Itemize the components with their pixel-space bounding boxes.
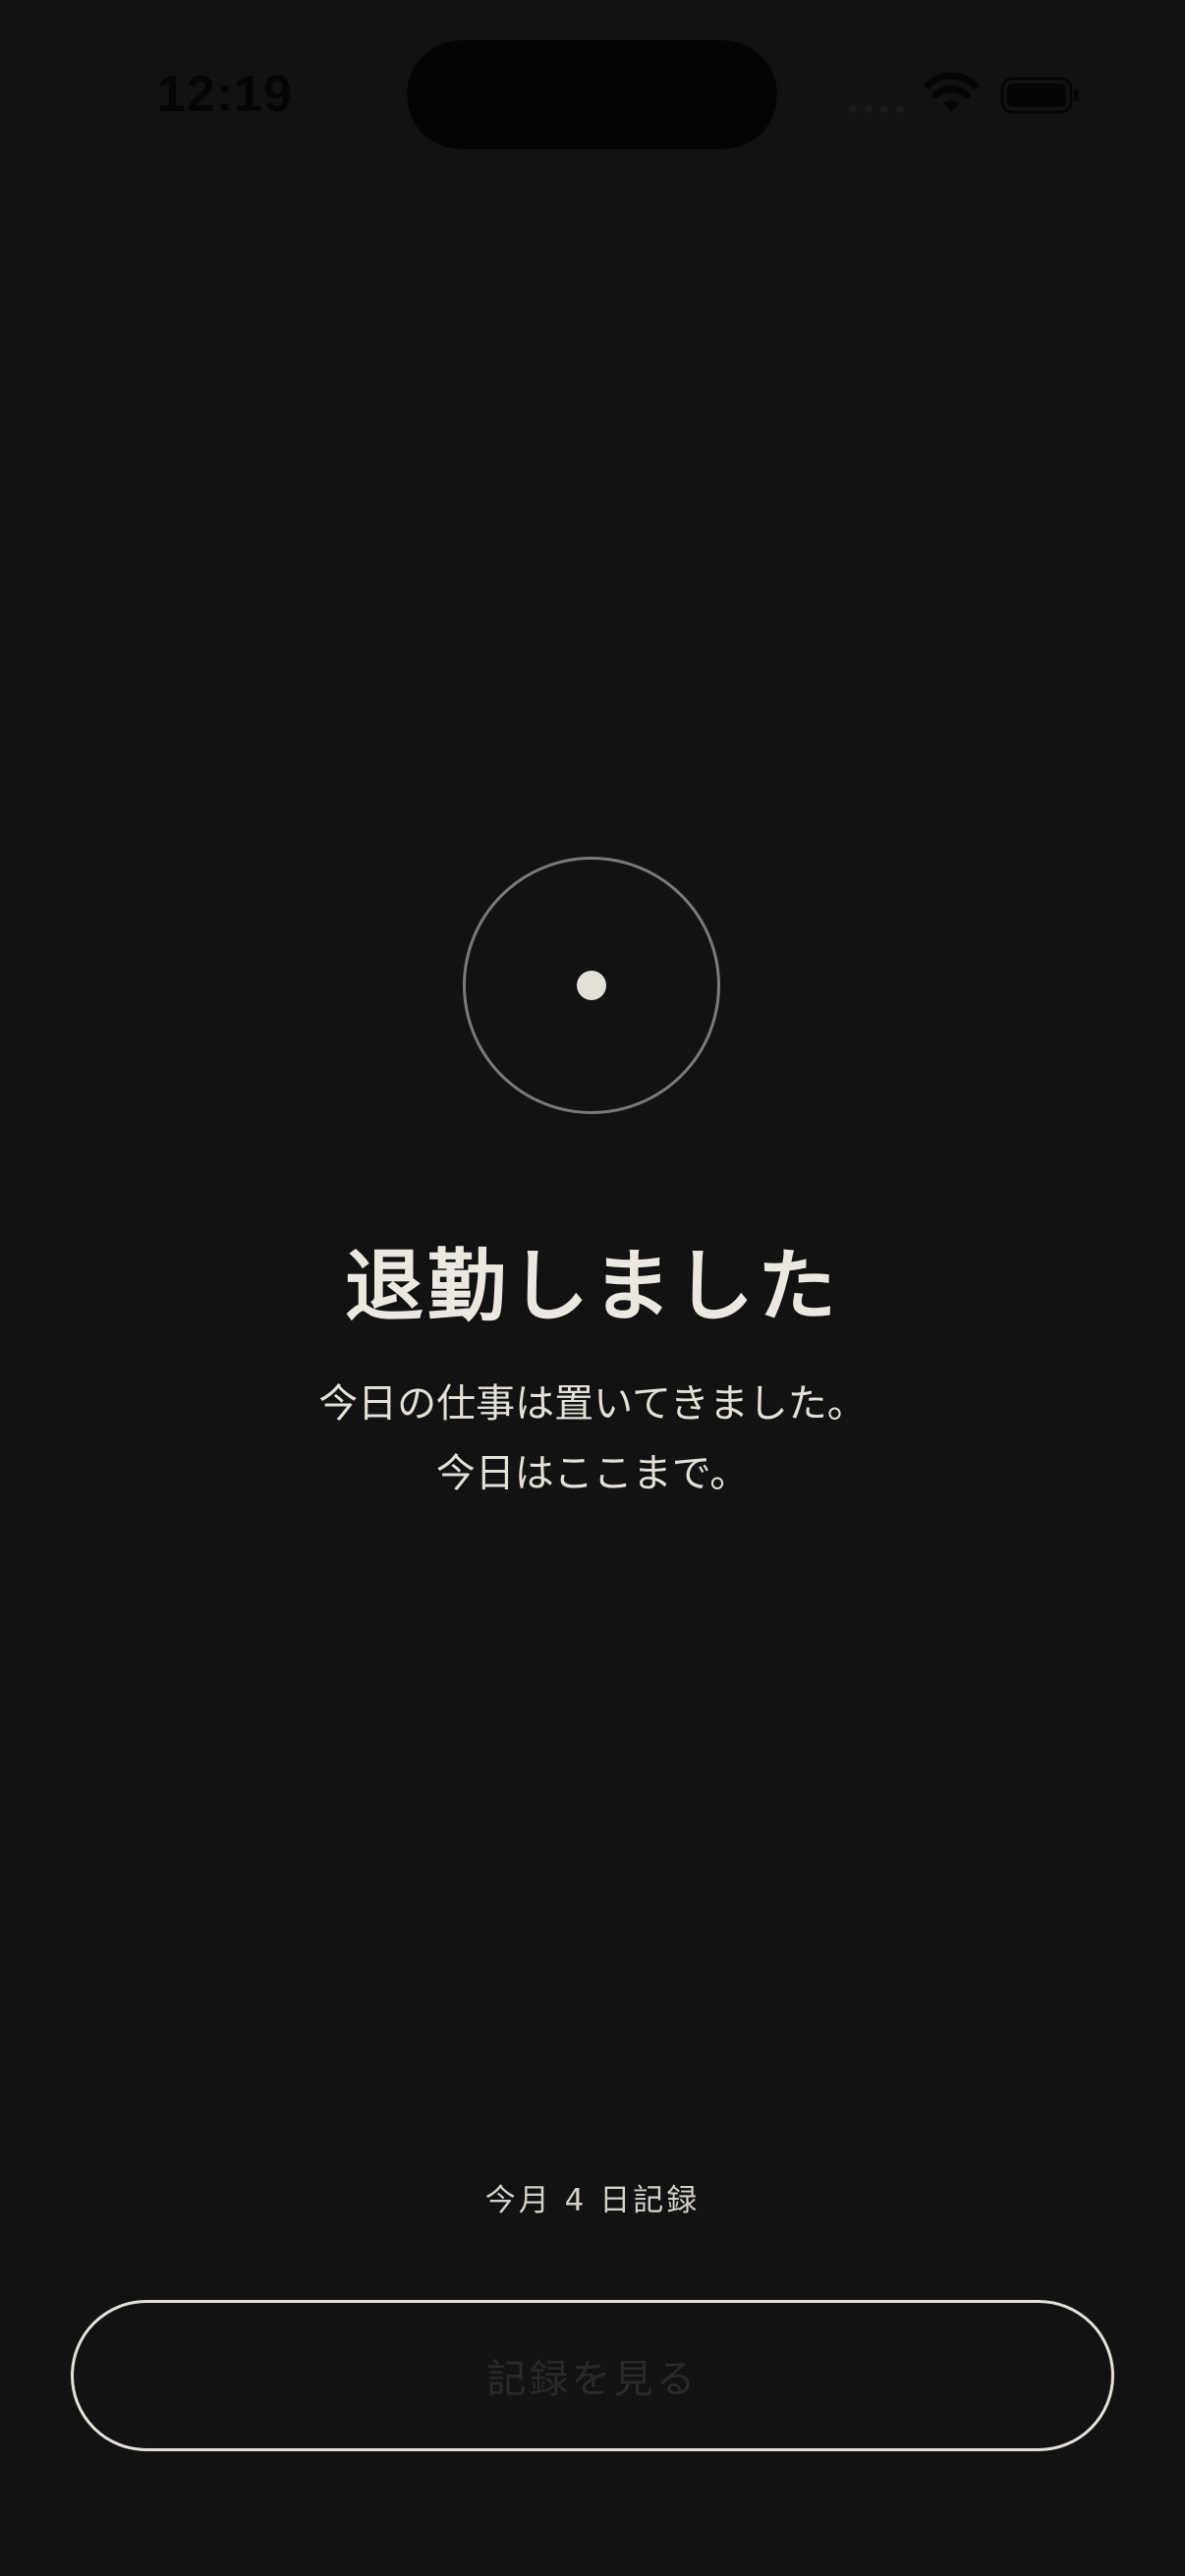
message-line-1: 今日の仕事は置いてきました。 — [318, 1381, 867, 1427]
wifi-icon — [924, 73, 979, 112]
message-line-2: 今日はここまで。 — [435, 1451, 750, 1496]
status-time: 12:19 — [157, 66, 293, 123]
battery-icon — [1000, 77, 1079, 114]
cellular-signal-icon — [849, 105, 904, 113]
record-dot-icon — [577, 971, 606, 1000]
dynamic-island — [407, 40, 777, 149]
view-records-button[interactable]: 記録を見る — [71, 2300, 1114, 2451]
page-title: 退勤しました — [345, 1241, 840, 1332]
monthly-record-count: 今月 4 日記録 — [484, 2183, 701, 2218]
